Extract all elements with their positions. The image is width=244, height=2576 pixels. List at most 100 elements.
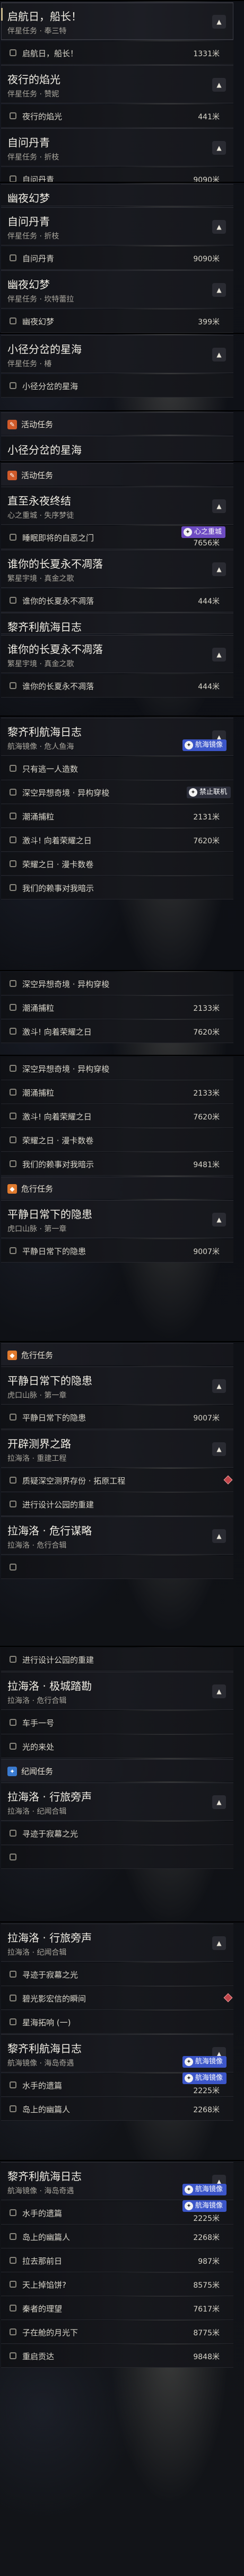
objective-row[interactable]: 重启贡达 9848米 bbox=[1, 2344, 233, 2368]
objective-row[interactable] bbox=[1, 1846, 233, 1869]
check-square-icon bbox=[10, 1004, 16, 1011]
quest-title: 拉海洛 · 危行谋略 bbox=[7, 1524, 92, 1537]
section-header[interactable]: ✎ 活动任务 bbox=[1, 463, 233, 486]
chevron-up-icon[interactable]: ▲ bbox=[212, 1379, 226, 1393]
objective-row[interactable]: 谁你的长夏永不凋落 444米 bbox=[1, 674, 233, 698]
check-square-icon bbox=[10, 1089, 16, 1096]
objective-row[interactable]: 拉去那前日 987米 bbox=[1, 2249, 233, 2272]
objective-row[interactable]: 激斗! 向着荣耀之日 7620米 bbox=[1, 828, 233, 852]
screenshot-panel: ◆ 危行任务 平静日常下的隐患 虎口山脉 · 第一章 ▲ 平静日常下的隐患 9007米 开辟测… bbox=[0, 1341, 244, 1646]
objective-row[interactable]: 启航日，船长！ 1331米 bbox=[1, 41, 233, 65]
quest-card[interactable]: 幽夜幻梦 伴星任务 · 坎特蕾拉 ▲ bbox=[1, 270, 233, 308]
objective-row[interactable]: 睡眠即将的自恶之门 7656米 ✦ 心之重城 bbox=[1, 526, 233, 549]
objective-row[interactable]: 岛上的幽篇人 2268米 bbox=[1, 2097, 233, 2121]
quest-card[interactable]: 拉海洛 · 行旅旁声 拉海洛 · 纪闻合辑 ▲ bbox=[1, 1783, 233, 1821]
quest-card[interactable]: 平静日常下的隐患 虎口山脉 · 第一章 ▲ bbox=[1, 1200, 233, 1238]
section-title: 活动任务 bbox=[21, 471, 54, 480]
quest-card[interactable]: 黎齐利航海日志 bbox=[1, 613, 233, 634]
section-header[interactable]: ✎ 活动任务 bbox=[1, 412, 233, 435]
chevron-up-icon[interactable]: ▲ bbox=[212, 1442, 226, 1456]
objective-row[interactable]: 质疑深空测界存份 · 拓原工程 bbox=[1, 1469, 233, 1492]
objective-row[interactable]: 秦者的理望 7617米 bbox=[1, 2297, 233, 2320]
objective-row[interactable]: 夜行的焰光 441米 bbox=[1, 104, 233, 128]
section-header[interactable]: ✦ 纪闻任务 bbox=[1, 1759, 233, 1781]
objective-row[interactable]: 荣耀之日 · 漫卡数卷 bbox=[1, 1128, 233, 1152]
quest-card[interactable]: 小径分岔的星海 伴星任务 · 椿 ▲ bbox=[1, 335, 233, 373]
objective-row[interactable]: 潮涌捕粒 2133米 bbox=[1, 996, 233, 1019]
chevron-up-icon[interactable]: ▲ bbox=[212, 15, 226, 29]
objective-row[interactable]: 我们的赖事对我暗示 9481米 bbox=[1, 1152, 233, 1176]
objective-distance: 8775米 bbox=[193, 2329, 220, 2337]
quest-card[interactable]: 幽夜幻梦 bbox=[1, 184, 233, 206]
chevron-up-icon[interactable]: ▲ bbox=[212, 1213, 226, 1227]
objective-row[interactable]: 潮涌捕粒 2131米 bbox=[1, 805, 233, 828]
quest-card[interactable]: 启航日，船长！ 伴星任务 · 奉三特 ▲ bbox=[1, 2, 233, 40]
objective-row[interactable]: 我们的赖事对我暗示 bbox=[1, 876, 233, 899]
chevron-up-icon[interactable]: ▲ bbox=[212, 499, 226, 513]
objective-row[interactable]: 小径分岔的星海 bbox=[1, 374, 233, 398]
chevron-up-icon[interactable]: ▲ bbox=[212, 220, 226, 234]
quest-card[interactable]: 小径分岔的星海 bbox=[1, 436, 233, 461]
objective-row[interactable]: 水手的遗篇 2225米 ✦ 航海镜像 bbox=[1, 2072, 233, 2097]
objective-row[interactable]: 进行设计公园的重建 bbox=[1, 1648, 233, 1671]
section-badge-icon: ✎ bbox=[7, 420, 17, 429]
chevron-up-icon[interactable]: ▲ bbox=[212, 141, 226, 155]
quest-card[interactable]: 黎齐利航海日志 航海镜像 · 危人鱼海 ▲ ✦ 航海镜像 bbox=[1, 718, 233, 756]
objective-row[interactable]: 平静日常下的隐患 9007米 bbox=[1, 1239, 233, 1263]
objective-row[interactable]: 激斗! 向着荣耀之日 7620米 bbox=[1, 1020, 233, 1043]
quest-card[interactable]: 谁你的长夏永不凋落 繁星宇境 · 真金之歌 ▲ bbox=[1, 550, 233, 588]
quest-card[interactable]: 黎齐利航海日志 航海镜像 · 海岛奇遇 ▲ ✦ 航海镜像 bbox=[1, 2034, 233, 2072]
objective-row[interactable]: 谁你的长夏永不凋落 444米 bbox=[1, 589, 233, 612]
quest-card[interactable]: 直至永夜终结 心之重城 · 失序梦徒 ▲ bbox=[1, 487, 233, 525]
objective-row[interactable]: 碧光影宏信的瞬间 bbox=[1, 1987, 233, 2010]
quest-card[interactable]: 开辟测界之路 拉海洛 · 重建工程 ▲ bbox=[1, 1430, 233, 1468]
objective-row[interactable]: 光的来处 bbox=[1, 1735, 233, 1758]
chevron-up-icon[interactable]: ▲ bbox=[212, 348, 226, 361]
objective-row[interactable]: 潮涌捕粒 2133米 bbox=[1, 1081, 233, 1104]
objective-row[interactable]: 幽夜幻梦 399米 bbox=[1, 310, 233, 333]
objective-row[interactable]: 激斗! 向着荣耀之日 7620米 bbox=[1, 1105, 233, 1128]
chevron-up-icon[interactable]: ▲ bbox=[212, 78, 226, 92]
check-square-icon bbox=[10, 1113, 16, 1119]
quest-card[interactable]: 谁你的长夏永不凋落 繁星宇境 · 真金之歌 ▲ bbox=[1, 635, 233, 673]
quest-card[interactable]: 黎齐利航海日志 航海镜像 · 海岛奇遇 ▲ ✦ 航海镜像 bbox=[1, 2162, 233, 2200]
objective-row[interactable]: 自问丹青 9090米 bbox=[1, 167, 233, 182]
objective-row[interactable]: 自问丹青 9090米 bbox=[1, 246, 233, 270]
objective-row[interactable]: 荣耀之日 · 漫卡数卷 bbox=[1, 852, 233, 876]
section-title: 纪闻任务 bbox=[21, 1767, 54, 1776]
objective-row[interactable]: 天上掉馅饼? 8575米 bbox=[1, 2273, 233, 2296]
objective-row[interactable] bbox=[1, 1556, 233, 1579]
section-header[interactable]: ◆ 危行任务 bbox=[1, 1343, 233, 1365]
section-header[interactable]: ◆ 危行任务 bbox=[1, 1177, 233, 1199]
objective-row[interactable]: 星海拓响 (一) bbox=[1, 2010, 233, 2034]
objective-row[interactable]: 深空异想奇境 · 异构穿梭 bbox=[1, 1057, 233, 1080]
chevron-up-icon[interactable]: ▲ bbox=[212, 1529, 226, 1543]
objective-row[interactable]: 岛上的幽篇人 2268米 bbox=[1, 2225, 233, 2248]
objective-row[interactable]: 水手的遗篇 2225米 ✦ 航海镜像 bbox=[1, 2200, 233, 2225]
objective-row[interactable]: 深空异想奇境 · 异构穿梭 ✦ 禁止联机 bbox=[1, 781, 233, 804]
quest-card[interactable]: 拉海洛 · 危行谋略 拉海洛 · 危行合辑 ▲ bbox=[1, 1516, 233, 1555]
chevron-up-icon[interactable]: ▲ bbox=[212, 1936, 226, 1950]
objective-row[interactable]: 车手一号 bbox=[1, 1711, 233, 1734]
quest-card[interactable]: 拉海洛 · 极城踏勘 拉海洛 · 危行合辑 ▲ bbox=[1, 1672, 233, 1710]
objective-row[interactable]: 子在舱的月光下 8775米 bbox=[1, 2321, 233, 2344]
objective-row[interactable]: 寻迹于寂幕之光 bbox=[1, 1822, 233, 1845]
quest-card[interactable]: 自问丹青 伴星任务 · 折枝 ▲ bbox=[1, 128, 233, 166]
quest-title: 平静日常下的隐患 bbox=[7, 1208, 92, 1221]
quest-title: 开辟测界之路 bbox=[7, 1437, 71, 1450]
region-badge-label: 航海镜像 bbox=[195, 2185, 223, 2193]
objective-row[interactable]: 寻迹于寂幕之光 bbox=[1, 1963, 233, 1986]
chevron-up-icon[interactable]: ▲ bbox=[212, 1795, 226, 1809]
quest-card[interactable]: 自问丹青 伴星任务 · 折枝 ▲ bbox=[1, 207, 233, 245]
quest-card[interactable]: 平静日常下的隐患 虎口山脉 · 第一章 ▲ bbox=[1, 1366, 233, 1405]
chevron-up-icon[interactable]: ▲ bbox=[212, 562, 226, 576]
chevron-up-icon[interactable]: ▲ bbox=[212, 648, 226, 661]
chevron-up-icon[interactable]: ▲ bbox=[212, 283, 226, 297]
objective-row[interactable]: 只有逃一人造数 bbox=[1, 757, 233, 780]
chevron-up-icon[interactable]: ▲ bbox=[212, 1684, 226, 1698]
quest-card[interactable]: 拉海洛 · 行旅旁声 拉海洛 · 纪闻合辑 ▲ bbox=[1, 1924, 233, 1962]
quest-card[interactable]: 夜行的焰光 伴星任务 · 赞妮 ▲ bbox=[1, 65, 233, 103]
objective-row[interactable]: 平静日常下的隐患 9007米 bbox=[1, 1406, 233, 1429]
objective-row[interactable]: 深空异想奇境 · 异构穿梭 bbox=[1, 972, 233, 995]
objective-row[interactable]: 进行设计公园的重建 bbox=[1, 1493, 233, 1516]
